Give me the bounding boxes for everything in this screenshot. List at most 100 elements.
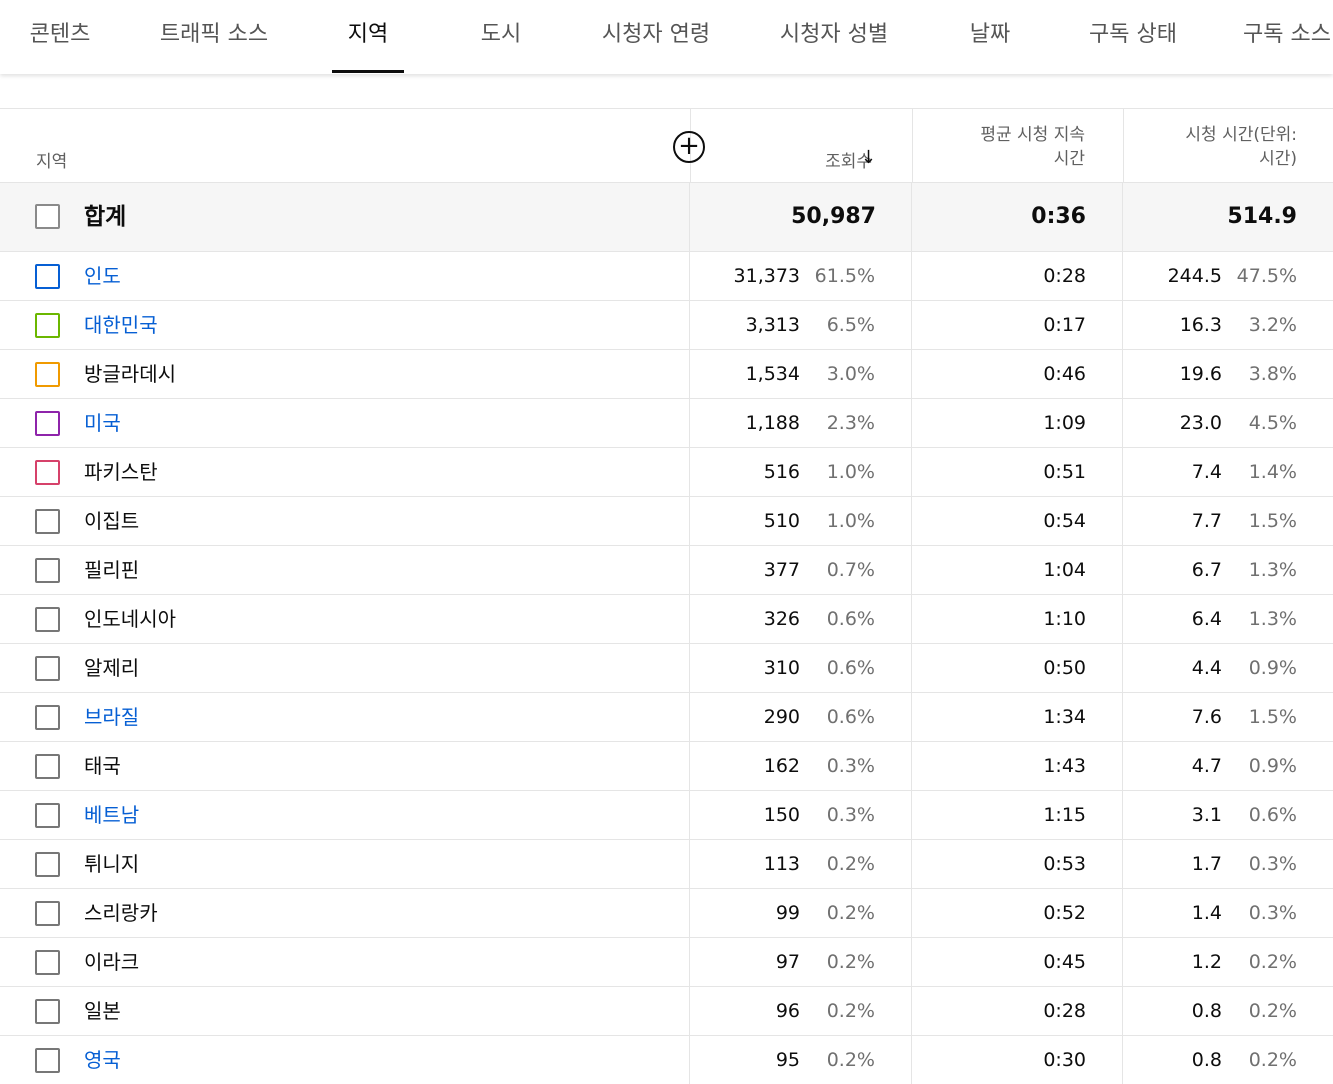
views-value: 516 [763, 461, 800, 483]
tab-bar: 콘텐츠 트래픽 소스 지역 도시 시청자 연령 시청자 성별 날짜 구독 상태 … [0, 0, 1333, 74]
geography-table: 지역 조회수 ↓ + 평균 시청 지속 시간 시청 시간(단위: 시간) 합계 … [0, 108, 1333, 1084]
region-name[interactable]: 인도 [84, 252, 121, 300]
views-percent: 0.6% [826, 657, 875, 679]
watch-time-percent: 0.3% [1248, 853, 1297, 875]
column-header-views[interactable]: 조회수 ↓ [690, 109, 912, 182]
watch-time-value: 4.4 [1191, 657, 1222, 679]
region-name[interactable]: 미국 [84, 399, 121, 447]
row-checkbox[interactable] [35, 509, 60, 534]
avg-duration-value: 1:43 [1043, 755, 1086, 777]
watch-time-percent: 0.6% [1248, 804, 1297, 826]
table-row: 미국 1,188 2.3% 1:09 23.0 4.5% [0, 399, 1333, 448]
region-name[interactable]: 브라질 [84, 693, 139, 741]
row-checkbox[interactable] [35, 950, 60, 975]
watch-time-percent: 0.9% [1248, 657, 1297, 679]
views-percent: 61.5% [814, 265, 875, 287]
watch-time-value: 6.7 [1191, 559, 1222, 581]
tab-geography[interactable]: 지역 [348, 0, 388, 74]
watch-time-percent: 0.3% [1248, 902, 1297, 924]
region-name[interactable]: 대한민국 [84, 301, 158, 349]
add-metric-button[interactable]: + [673, 131, 705, 163]
views-value: 1,188 [745, 412, 800, 434]
region-name: 알제리 [84, 656, 140, 680]
tab-subscription-status[interactable]: 구독 상태 [1089, 0, 1177, 74]
row-checkbox[interactable] [35, 460, 60, 485]
region-name: 일본 [84, 999, 121, 1023]
row-checkbox[interactable] [35, 705, 60, 730]
region-name: 이집트 [84, 509, 140, 533]
views-value: 3,313 [745, 314, 800, 336]
views-percent: 2.3% [826, 412, 875, 434]
total-avg-duration: 0:36 [1031, 204, 1086, 229]
tab-viewer-gender[interactable]: 시청자 성별 [780, 0, 888, 74]
watch-time-value: 7.6 [1191, 706, 1222, 728]
views-value: 99 [775, 902, 800, 924]
row-checkbox[interactable] [35, 656, 60, 681]
views-value: 1,534 [745, 363, 800, 385]
watch-time-value: 1.4 [1191, 902, 1222, 924]
row-checkbox[interactable] [35, 999, 60, 1024]
views-value: 113 [763, 853, 800, 875]
column-header-avg-duration[interactable]: 평균 시청 지속 시간 [912, 109, 1123, 182]
tab-subscription-source[interactable]: 구독 소스 [1243, 0, 1331, 74]
region-name[interactable]: 영국 [84, 1036, 121, 1084]
views-percent: 0.2% [826, 902, 875, 924]
views-percent: 0.2% [826, 853, 875, 875]
tab-date[interactable]: 날짜 [970, 0, 1010, 74]
tab-viewer-age[interactable]: 시청자 연령 [602, 0, 710, 74]
watch-time-percent: 1.3% [1248, 559, 1297, 581]
watch-time-value: 19.6 [1179, 363, 1222, 385]
table-row: 필리핀 377 0.7% 1:04 6.7 1.3% [0, 546, 1333, 595]
row-checkbox[interactable] [35, 852, 60, 877]
table-row: 인도 31,373 61.5% 0:28 244.5 47.5% [0, 252, 1333, 301]
table-row: 이라크 97 0.2% 0:45 1.2 0.2% [0, 938, 1333, 987]
row-checkbox[interactable] [35, 362, 60, 387]
tab-content[interactable]: 콘텐츠 [30, 0, 91, 74]
watch-time-percent: 0.2% [1248, 1049, 1297, 1071]
avg-duration-value: 1:04 [1043, 559, 1086, 581]
views-value: 96 [775, 1000, 800, 1022]
arrow-down-icon[interactable]: ↓ [861, 147, 876, 168]
views-value: 31,373 [733, 265, 800, 287]
table-row: 일본 96 0.2% 0:28 0.8 0.2% [0, 987, 1333, 1036]
views-percent: 3.0% [826, 363, 875, 385]
watch-time-value: 4.7 [1191, 755, 1222, 777]
tab-city[interactable]: 도시 [481, 0, 521, 74]
watch-time-percent: 0.9% [1248, 755, 1297, 777]
plus-circle-icon: + [678, 131, 700, 161]
views-value: 162 [763, 755, 800, 777]
row-checkbox[interactable] [35, 313, 60, 338]
avg-duration-value: 0:28 [1043, 265, 1086, 287]
table-row: 튀니지 113 0.2% 0:53 1.7 0.3% [0, 840, 1333, 889]
column-header-watch-time[interactable]: 시청 시간(단위: 시간) [1123, 109, 1333, 182]
region-name[interactable]: 베트남 [84, 791, 139, 839]
table-row: 영국 95 0.2% 0:30 0.8 0.2% [0, 1036, 1333, 1084]
views-percent: 0.3% [826, 755, 875, 777]
views-percent: 6.5% [826, 314, 875, 336]
views-value: 97 [775, 951, 800, 973]
region-name: 이라크 [84, 950, 140, 974]
row-checkbox[interactable] [35, 411, 60, 436]
row-checkbox[interactable] [35, 754, 60, 779]
watch-time-value: 1.2 [1191, 951, 1222, 973]
watch-time-percent: 1.5% [1248, 706, 1297, 728]
watch-time-value: 23.0 [1179, 412, 1222, 434]
column-header-watch-time-line2: 시간) [1259, 149, 1297, 169]
total-checkbox[interactable] [35, 204, 60, 229]
row-checkbox[interactable] [35, 803, 60, 828]
table-header: 지역 조회수 ↓ + 평균 시청 지속 시간 시청 시간(단위: 시간) [0, 109, 1333, 183]
watch-time-value: 7.4 [1191, 461, 1222, 483]
avg-duration-value: 0:53 [1043, 853, 1086, 875]
views-percent: 1.0% [826, 510, 875, 532]
column-header-region[interactable]: 지역 [36, 147, 67, 172]
watch-time-percent: 47.5% [1236, 265, 1297, 287]
tab-traffic-source[interactable]: 트래픽 소스 [160, 0, 268, 74]
row-checkbox[interactable] [35, 1048, 60, 1073]
row-checkbox[interactable] [35, 558, 60, 583]
row-checkbox[interactable] [35, 264, 60, 289]
views-value: 150 [763, 804, 800, 826]
views-value: 510 [763, 510, 800, 532]
row-checkbox[interactable] [35, 607, 60, 632]
watch-time-value: 244.5 [1167, 265, 1222, 287]
row-checkbox[interactable] [35, 901, 60, 926]
